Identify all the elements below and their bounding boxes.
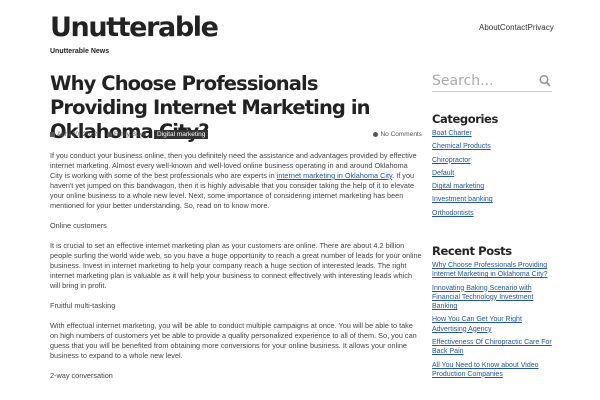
post-author-text[interactable]: Emily Boyd	[114, 131, 147, 138]
categories-title: Categories	[432, 112, 498, 126]
nav-about[interactable]: About	[479, 23, 500, 32]
post-paragraph-online-customers: It is crucial to set an effective intern…	[50, 241, 422, 290]
section-heading-2way-conversation: 2-way conversation	[50, 371, 113, 380]
post-author[interactable]: Emily Boyd	[107, 131, 147, 138]
recent-post-item: Why Choose Professionals Providing Inter…	[432, 261, 552, 279]
category-item: Investment banking	[432, 195, 562, 208]
recent-post-item: Innovating Baking Scenario with Financia…	[432, 284, 552, 312]
nav-contact[interactable]: Contact	[500, 23, 528, 32]
recent-post-link[interactable]: Why Choose Professionals Providing Inter…	[432, 262, 548, 278]
recent-post-link[interactable]: Innovating Baking Scenario with Financia…	[432, 285, 533, 310]
category-item: Orthodontists	[432, 209, 562, 222]
recent-post-link[interactable]: Effectiveness Of Chiropractic Care For B…	[432, 339, 552, 355]
post-comments[interactable]: No Comments	[373, 131, 422, 138]
top-navigation: About Contact Privacy	[479, 23, 554, 32]
search-box	[432, 70, 552, 92]
recent-post-link[interactable]: How You Can Get Your Right Advertising A…	[432, 316, 522, 332]
post-content: If you conduct your business online, the…	[50, 151, 422, 391]
comment-icon	[373, 131, 379, 137]
recent-posts-list: Why Choose Professionals Providing Inter…	[432, 261, 552, 383]
recent-post-item: Effectiveness Of Chiropractic Care For B…	[432, 338, 552, 356]
section-heading-multitasking: Fruitful multi-tasking	[50, 301, 116, 310]
post-paragraph-multitasking: With effectual internet marketing, you w…	[50, 321, 417, 360]
post-comments-text[interactable]: No Comments	[380, 131, 422, 138]
recent-post-link[interactable]: All You Need to Know about Video Product…	[432, 362, 539, 378]
category-link-digital-marketing[interactable]: Digital marketing	[432, 183, 484, 190]
category-item: Chemical Products	[432, 142, 562, 155]
category-item: Chiropractor	[432, 156, 562, 169]
category-link-boat-charter[interactable]: Boat Charter	[432, 130, 472, 137]
search-icon[interactable]	[539, 74, 551, 88]
calendar-icon	[50, 131, 55, 137]
post-date-text: April 20, 2022	[57, 131, 98, 138]
site-tagline: Unutterable News	[50, 48, 110, 55]
internet-marketing-link[interactable]: internet marketing in Oklahoma City	[277, 171, 392, 180]
category-link-investment-banking[interactable]: Investment banking	[432, 196, 493, 203]
category-link-orthodontists[interactable]: Orthodontists	[432, 210, 474, 217]
category-link-default[interactable]: Default	[432, 170, 454, 177]
category-item: Default	[432, 169, 562, 182]
category-item: Digital marketing	[432, 182, 562, 195]
section-heading-online-customers: Online customers	[50, 221, 107, 230]
recent-post-item: How You Can Get Your Right Advertising A…	[432, 315, 552, 333]
nav-privacy[interactable]: Privacy	[527, 23, 553, 32]
post-meta: April 20, 2022 Emily Boyd Digital market…	[50, 130, 422, 140]
post-intro: If you conduct your business online, the…	[50, 151, 422, 211]
category-item: Boat Charter	[432, 129, 562, 142]
category-link-chemical-products[interactable]: Chemical Products	[432, 143, 491, 150]
search-input[interactable]	[432, 72, 532, 90]
site-title[interactable]: Unutterable	[50, 12, 219, 44]
recent-posts-title: Recent Posts	[432, 244, 512, 258]
category-link-chiropractor[interactable]: Chiropractor	[432, 157, 471, 164]
categories-list: Boat Charter Chemical Products Chiroprac…	[432, 129, 562, 222]
post-date: April 20, 2022	[50, 131, 97, 138]
recent-post-item: All You Need to Know about Video Product…	[432, 361, 552, 379]
user-icon	[107, 131, 112, 137]
post-category-tag[interactable]: Digital marketing	[154, 130, 209, 139]
